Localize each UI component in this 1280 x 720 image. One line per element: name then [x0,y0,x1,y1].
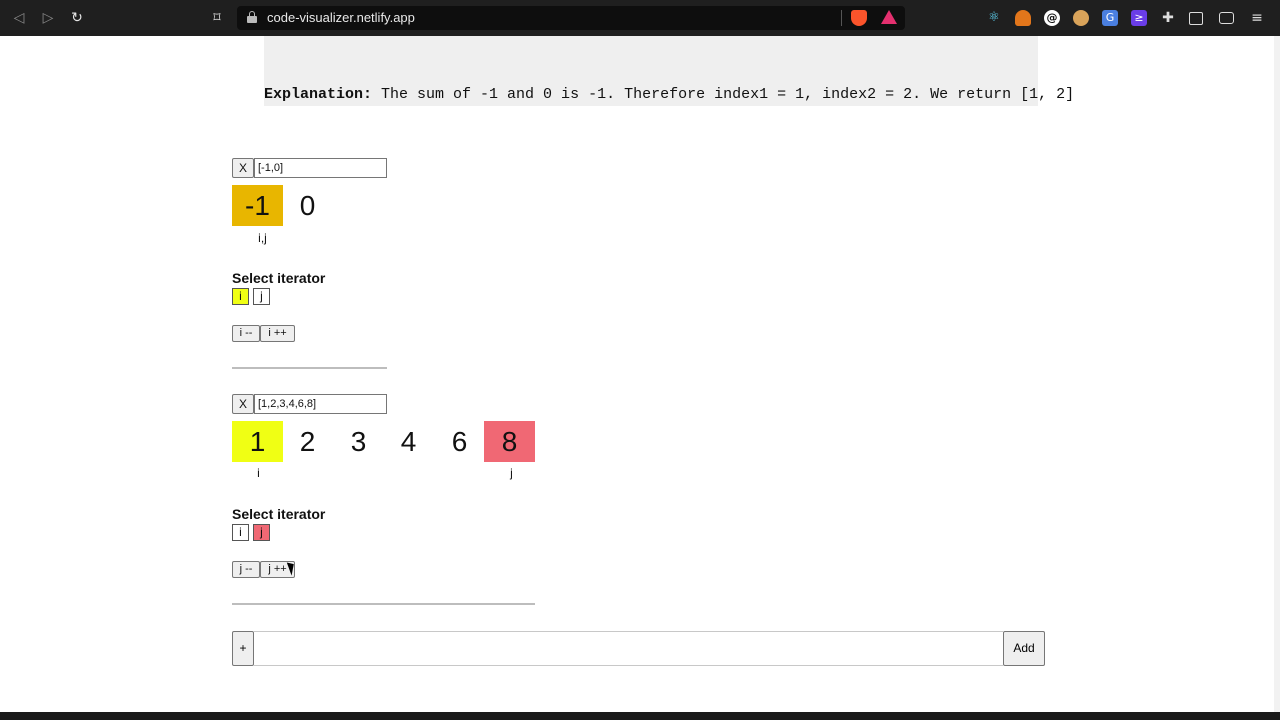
translate-icon[interactable]: G [1102,10,1118,26]
array-divider [232,603,535,605]
address-separator [841,10,842,26]
window-bottom-edge [0,712,1280,720]
array-cell: 8 [484,421,535,462]
url-text[interactable]: code-visualizer.netlify.app [267,10,415,25]
iterator-label: i [257,466,260,480]
reload-icon[interactable]: ↻ [67,8,87,28]
forward-icon[interactable]: ▷ [38,8,58,28]
metamask-icon[interactable] [1015,10,1031,26]
address-bar[interactable]: code-visualizer.netlify.app [237,6,905,30]
scrollbar[interactable] [1274,36,1280,720]
explanation-text: The sum of -1 and 0 is -1. Therefore ind… [372,86,1075,103]
react-icon[interactable]: ⚛ [986,10,1002,26]
array-cell: 4 [400,426,417,457]
add-button[interactable]: Add [1003,631,1045,666]
lock-icon [247,11,257,23]
explanation-label: Explanation: [264,86,373,103]
new-array-input[interactable] [254,631,1003,666]
explanation-line: Explanation: The sum of -1 and 0 is -1. … [264,86,1074,103]
remove-array-button[interactable]: X [232,394,254,414]
select-iterator-title: Select iterator [232,270,326,286]
sidebar-icon[interactable] [1189,12,1203,25]
array-divider [232,367,387,369]
array-input[interactable]: [-1,0] [254,158,387,178]
array-cell: -1 [232,185,283,226]
pocket-icon[interactable]: ≥ [1131,10,1147,26]
puzzle-icon[interactable]: ✚ [1160,10,1176,26]
select-iterator-title: Select iterator [232,506,326,522]
iterator-i-button[interactable]: i [232,288,249,305]
bookmark-icon[interactable]: ⌑ [207,8,227,28]
array-cell: 3 [350,426,367,457]
wallet-icon[interactable] [1219,12,1234,24]
array-cell: 2 [299,426,316,457]
remove-array-button[interactable]: X [232,158,254,178]
iterator-label: i,j [258,231,267,245]
decrement-button[interactable]: i -- [232,325,260,342]
menu-icon[interactable]: ≡ [1249,10,1265,26]
decrement-button[interactable]: j -- [232,561,260,578]
increment-button[interactable]: i ++ [260,325,295,342]
iterator-j-button[interactable]: j [253,524,270,541]
add-plus-button[interactable]: + [232,631,254,666]
array-cell: 1 [232,421,283,462]
vpn-icon[interactable]: @ [1044,10,1060,26]
rewards-icon[interactable] [881,10,897,24]
brave-shield-icon[interactable] [851,10,867,26]
cookie-icon[interactable] [1073,10,1089,26]
array-cell: 0 [299,190,316,221]
iterator-j-button[interactable]: j [253,288,270,305]
iterator-i-button[interactable]: i [232,524,249,541]
iterator-label: j [510,466,513,480]
browser-toolbar: ◁ ▷ ↻ ⌑ code-visualizer.netlify.app ⚛ @ … [0,0,1280,36]
back-icon[interactable]: ◁ [9,8,29,28]
array-cell: 6 [451,426,468,457]
array-input[interactable]: [1,2,3,4,6,8] [254,394,387,414]
